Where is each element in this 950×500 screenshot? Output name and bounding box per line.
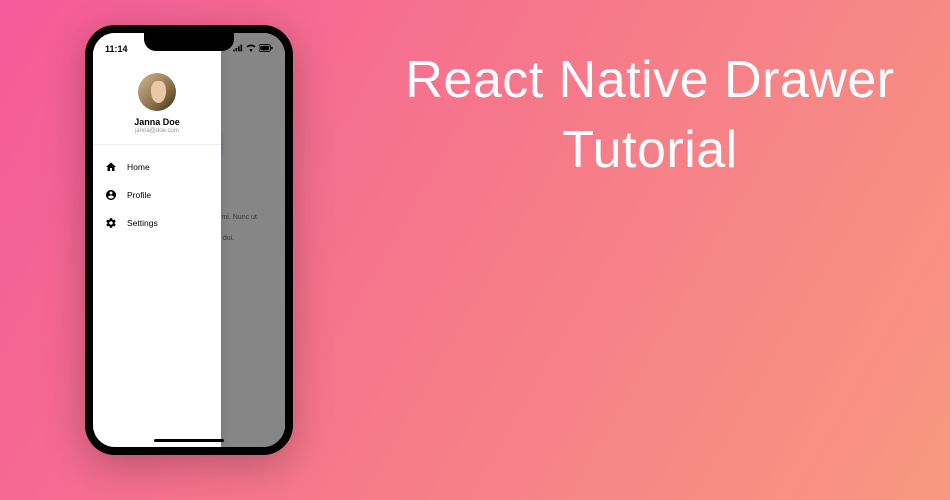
drawer-item-settings[interactable]: Settings: [93, 209, 221, 237]
navigation-drawer: Janna Doe janna@doe.com Home Profile: [93, 33, 221, 447]
phone-notch: [144, 33, 234, 51]
drawer-item-profile[interactable]: Profile: [93, 181, 221, 209]
tutorial-title: React Native Drawer Tutorial: [390, 45, 910, 185]
drawer-menu: Home Profile Settings: [93, 145, 221, 245]
drawer-item-label: Settings: [127, 218, 158, 228]
phone-mockup: 11:14 adipiscing elit. erra orci. Morbi …: [85, 25, 293, 455]
battery-icon: [259, 44, 273, 54]
drawer-item-home[interactable]: Home: [93, 153, 221, 181]
profile-icon: [105, 189, 117, 201]
home-indicator[interactable]: [154, 439, 224, 442]
user-email: janna@doe.com: [101, 128, 213, 134]
avatar[interactable]: [138, 73, 176, 111]
settings-icon: [105, 217, 117, 229]
drawer-item-label: Home: [127, 162, 150, 172]
user-name: Janna Doe: [101, 117, 213, 127]
status-time: 11:14: [105, 44, 128, 54]
phone-screen: 11:14 adipiscing elit. erra orci. Morbi …: [93, 33, 285, 447]
drawer-header: Janna Doe janna@doe.com: [93, 61, 221, 145]
drawer-item-label: Profile: [127, 190, 151, 200]
signal-icon: [233, 44, 243, 54]
wifi-icon: [246, 44, 256, 54]
home-icon: [105, 161, 117, 173]
